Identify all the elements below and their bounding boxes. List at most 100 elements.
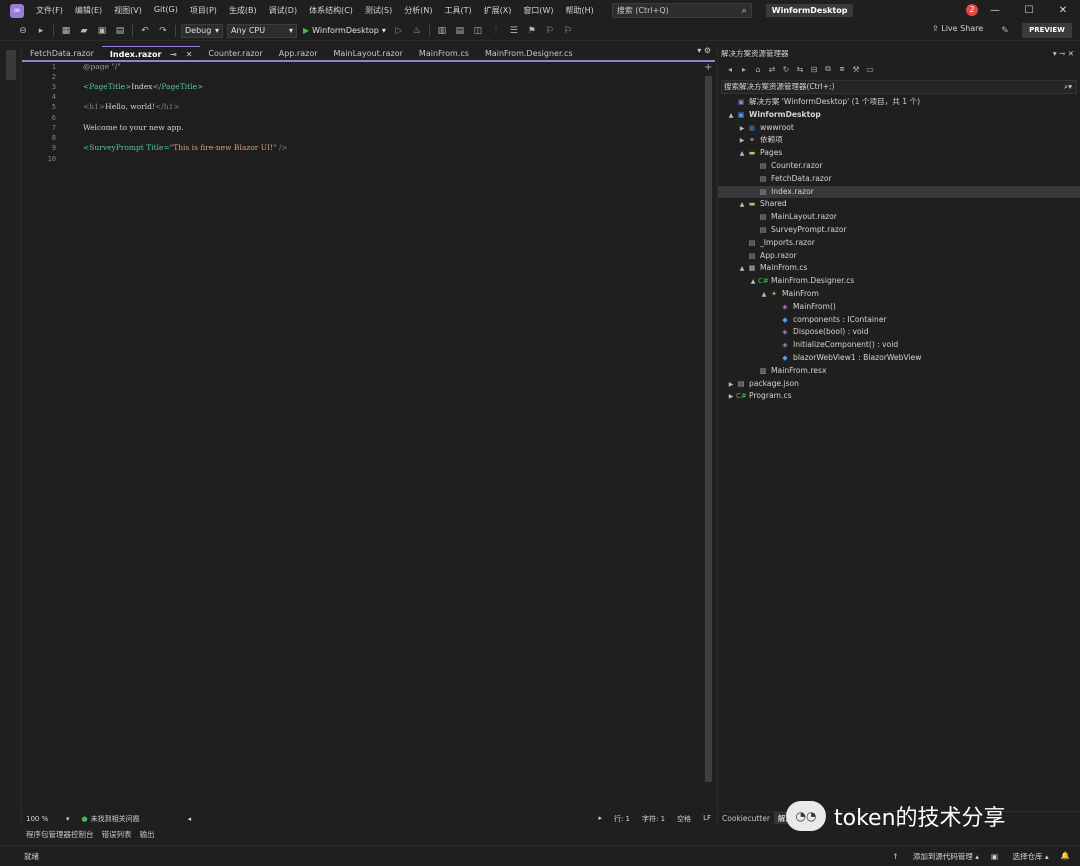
editor-scrollbar[interactable]: + xyxy=(702,62,715,811)
visual-studio-logo-icon[interactable]: ∞ xyxy=(10,3,24,18)
menu-debug[interactable]: 调试(D) xyxy=(263,5,303,16)
collapse-all-icon[interactable]: ⊟ xyxy=(808,65,820,74)
code-editor[interactable]: 1 2 3 4 5 6 7 8 9 10 @page "/" <PageTitl… xyxy=(22,62,702,811)
tree-node[interactable]: ▤ _Imports.razor xyxy=(718,237,1080,250)
tree-node[interactable]: ▤ Index.razor xyxy=(718,185,1080,199)
bookmark-next-icon[interactable]: ⚐ xyxy=(561,24,575,38)
configuration-dropdown[interactable]: Debug ▾ xyxy=(181,23,223,38)
column-indicator[interactable]: 字符: 1 xyxy=(642,814,665,824)
menu-view[interactable]: 视图(V) xyxy=(108,5,148,16)
bookmark-icon[interactable]: ⚑ xyxy=(525,24,539,38)
zoom-level[interactable]: 100 % xyxy=(26,815,66,823)
align-icon[interactable]: ☰ xyxy=(507,24,521,38)
expand-arrow-icon[interactable]: ▶ xyxy=(726,391,736,404)
split-editor-icon[interactable]: + xyxy=(704,62,712,73)
forward-icon[interactable]: ▸ xyxy=(34,24,48,38)
notifications-icon[interactable]: 🔔 xyxy=(1061,851,1070,862)
sync-icon[interactable]: ⇆ xyxy=(794,65,806,74)
menu-test[interactable]: 测试(S) xyxy=(359,5,398,16)
save-all-icon[interactable]: ▤ xyxy=(113,24,127,38)
menu-git[interactable]: Git(G) xyxy=(148,5,184,16)
tree-node[interactable]: ▶ C# Program.cs xyxy=(718,390,1080,403)
global-search-box[interactable]: 搜索 (Ctrl+Q) ⌕ xyxy=(611,3,752,18)
new-project-icon[interactable]: ▦ xyxy=(59,24,73,38)
menu-analyze[interactable]: 分析(N) xyxy=(398,5,438,16)
tab-package-manager-console[interactable]: 程序包管理器控制台 xyxy=(22,828,98,842)
history-icon[interactable]: ↻ xyxy=(780,65,792,74)
tree-node[interactable]: ◈ Dispose(bool) : void xyxy=(718,326,1080,339)
save-icon[interactable]: ▣ xyxy=(95,24,109,38)
close-icon[interactable]: ✕ xyxy=(1046,0,1080,21)
menu-help[interactable]: 帮助(H) xyxy=(560,5,600,16)
preview-button[interactable]: PREVIEW xyxy=(1022,23,1072,38)
menu-tools[interactable]: 工具(T) xyxy=(438,5,477,16)
select-repo-button[interactable]: ▣ 选择仓库 ▴ xyxy=(991,851,1049,862)
tree-node[interactable]: ◈ InitializeComponent() : void xyxy=(718,339,1080,352)
scroll-left-icon[interactable]: ◂ xyxy=(188,815,192,823)
solution-icon[interactable]: ▤ xyxy=(453,24,467,38)
forward-icon[interactable]: ▸ xyxy=(738,65,750,74)
tab-mainlayout-razor[interactable]: MainLayout.razor xyxy=(326,46,411,61)
solution-search-input[interactable]: 搜索解决方案资源管理器(Ctrl+;) ⌕▾ xyxy=(721,80,1077,94)
start-debugging-button[interactable]: ▶ WinformDesktop ▾ xyxy=(303,26,386,35)
toggle-icon[interactable]: ◫ xyxy=(471,24,485,38)
menu-edit[interactable]: 编辑(E) xyxy=(69,5,108,16)
issues-status[interactable]: 未找到相关问题 xyxy=(91,814,140,824)
tree-node[interactable]: ▥ MainFrom.resx xyxy=(718,365,1080,378)
maximize-icon[interactable]: ☐ xyxy=(1012,0,1046,21)
close-icon[interactable]: ✕ xyxy=(1068,49,1074,58)
layout-icon[interactable]: ▥ xyxy=(435,24,449,38)
tab-mainfrom-cs[interactable]: MainFrom.cs xyxy=(411,46,477,61)
chevron-down-icon[interactable]: ▾ xyxy=(66,815,70,823)
feedback-icon[interactable]: ✎ xyxy=(998,24,1012,38)
platform-dropdown[interactable]: Any CPU ▾ xyxy=(227,23,297,38)
back-icon[interactable]: ◂ xyxy=(724,65,736,74)
tree-node[interactable]: ▤ Counter.razor xyxy=(718,160,1080,173)
redo-icon[interactable]: ↷ xyxy=(156,24,170,38)
format-icon[interactable]: ⫶ xyxy=(489,24,503,38)
tree-node[interactable]: ▲ ▬ Shared xyxy=(718,198,1080,211)
minimize-icon[interactable]: — xyxy=(978,0,1012,21)
tab-output[interactable]: 输出 xyxy=(136,828,159,842)
tab-cookiecutter[interactable]: Cookiecutter xyxy=(718,812,774,824)
tree-node[interactable]: ▲ ✦ MainFrom xyxy=(718,288,1080,301)
eol-indicator[interactable]: LF xyxy=(703,814,711,824)
menu-build[interactable]: 生成(B) xyxy=(223,5,263,16)
tree-node[interactable]: ▣ 解决方案 'WinformDesktop' (1 个项目，共 1 个) xyxy=(718,96,1080,109)
line-indicator[interactable]: 行: 1 xyxy=(614,814,630,824)
scroll-right-icon[interactable]: ▸ xyxy=(598,814,602,824)
menu-architecture[interactable]: 体系结构(C) xyxy=(303,5,359,16)
tree-node[interactable]: ◆ components : IContainer xyxy=(718,314,1080,327)
tree-node[interactable]: ◆ blazorWebView1 : BlazorWebView xyxy=(718,352,1080,365)
tree-node[interactable]: ▤ MainLayout.razor xyxy=(718,211,1080,224)
properties-icon[interactable]: ⚒ xyxy=(850,65,862,74)
undo-icon[interactable]: ↶ xyxy=(138,24,152,38)
tree-node[interactable]: ◈ MainFrom() xyxy=(718,301,1080,314)
bookmark-prev-icon[interactable]: ⚐ xyxy=(543,24,557,38)
chevron-down-icon[interactable]: ▾ xyxy=(1053,49,1057,58)
tab-counter-razor[interactable]: Counter.razor xyxy=(200,46,270,61)
tree-node[interactable]: ▲ ▬ Pages xyxy=(718,147,1080,160)
tree-node[interactable]: ▲ C# MainFrom.Designer.cs xyxy=(718,275,1080,288)
tree-node[interactable]: ▤ SurveyPrompt.razor xyxy=(718,224,1080,237)
menu-window[interactable]: 窗口(W) xyxy=(517,5,559,16)
toolbox-tab[interactable] xyxy=(6,50,16,80)
add-source-control-button[interactable]: ↑ 添加到源代码管理 ▴ xyxy=(892,851,979,862)
tab-app-razor[interactable]: App.razor xyxy=(271,46,326,61)
switch-view-icon[interactable]: ⇄ xyxy=(766,65,778,74)
tree-node[interactable]: ▶ ◍ wwwroot xyxy=(718,122,1080,135)
pin-icon[interactable]: ⊸ xyxy=(170,50,177,59)
tab-index-razor[interactable]: Index.razor ⊸ ✕ xyxy=(101,46,201,61)
menu-project[interactable]: 项目(P) xyxy=(184,5,223,16)
pin-icon[interactable]: ⊸ xyxy=(1059,49,1065,58)
notification-badge[interactable]: 2 xyxy=(966,4,978,16)
tab-error-list[interactable]: 错误列表 xyxy=(98,828,136,842)
open-folder-icon[interactable]: ▰ xyxy=(77,24,91,38)
home-icon[interactable]: ⌂ xyxy=(752,65,764,74)
tree-node[interactable]: ▶ ▤ package.json xyxy=(718,378,1080,391)
whitespace-indicator[interactable]: 空格 xyxy=(677,814,691,824)
live-share-button[interactable]: ⇪ Live Share xyxy=(932,24,983,33)
menu-extensions[interactable]: 扩展(X) xyxy=(478,5,518,16)
hot-reload-icon[interactable]: ♨ xyxy=(410,24,424,38)
scrollbar-thumb[interactable] xyxy=(705,76,712,782)
